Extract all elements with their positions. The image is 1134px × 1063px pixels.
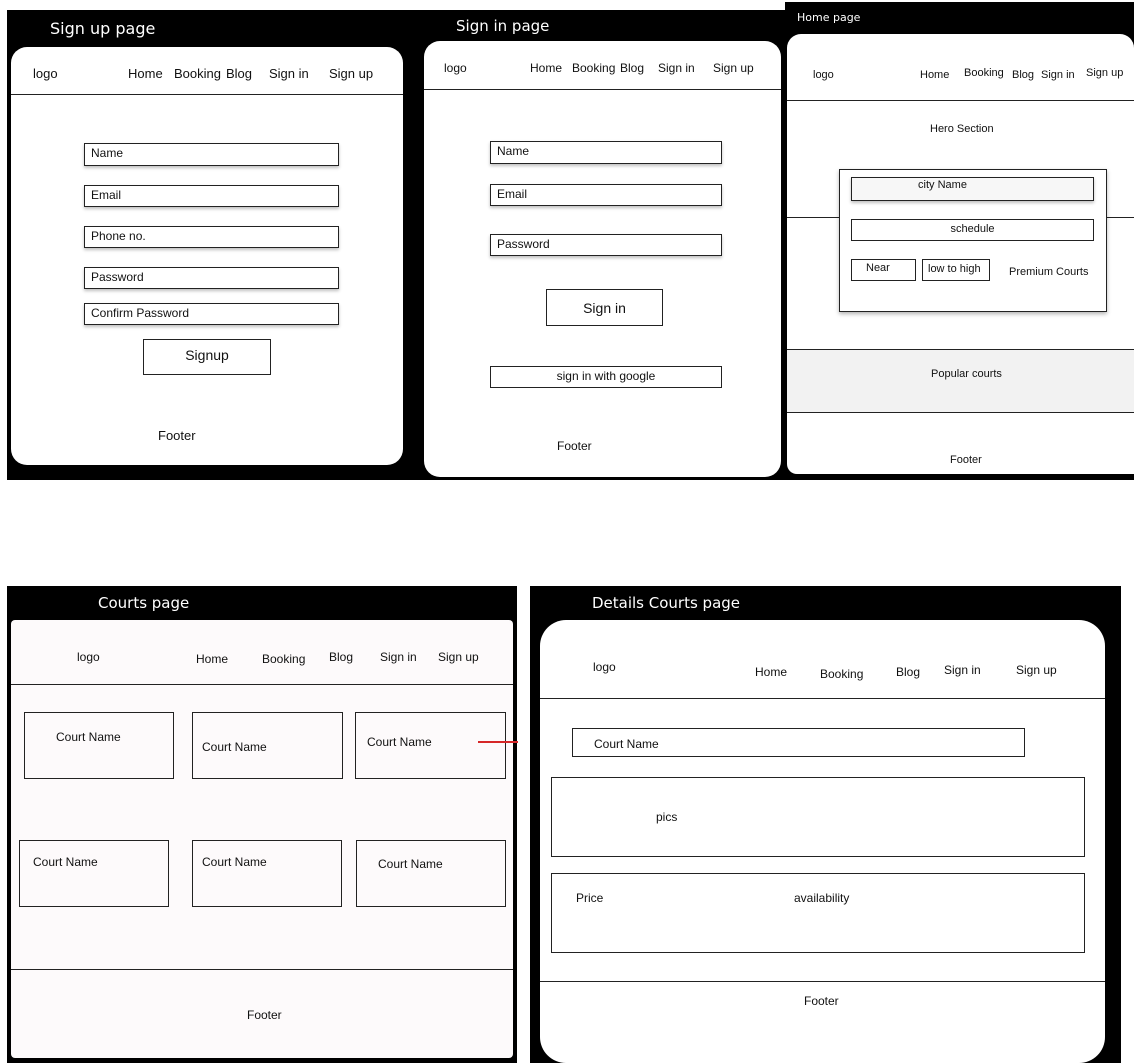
- court-card[interactable]: Court Name: [355, 712, 506, 779]
- logo[interactable]: logo: [444, 61, 467, 75]
- price-label: Price: [576, 891, 604, 905]
- arrow-connector: [478, 741, 518, 743]
- court-card[interactable]: Court Name: [24, 712, 174, 779]
- nav-divider: [424, 89, 781, 90]
- password-field[interactable]: Password: [490, 234, 722, 256]
- nav-signup[interactable]: Sign up: [1086, 67, 1123, 79]
- email-field[interactable]: Email: [84, 185, 339, 207]
- home-panel: Home page logo Home Booking Blog Sign in…: [785, 2, 1134, 480]
- details-page-title: Details Courts page: [592, 594, 741, 612]
- nav-divider: [11, 94, 403, 95]
- court-card[interactable]: Court Name: [192, 840, 342, 907]
- nav-signin[interactable]: Sign in: [380, 650, 417, 664]
- hero-section-label: Hero Section: [930, 123, 994, 135]
- google-signin-button[interactable]: sign in with google: [490, 366, 722, 388]
- footer: Footer: [158, 428, 196, 443]
- password-field[interactable]: Password: [84, 267, 339, 289]
- nav-signup[interactable]: Sign up: [713, 61, 754, 75]
- nav-booking[interactable]: Booking: [174, 66, 221, 81]
- courts-page-title: Courts page: [98, 594, 190, 612]
- nav-blog[interactable]: Blog: [620, 61, 644, 75]
- court-name: Court Name: [202, 740, 267, 754]
- footer-divider: [540, 981, 1105, 982]
- footer: Footer: [804, 994, 839, 1008]
- signin-frame: logo Home Booking Blog Sign in Sign up N…: [424, 41, 781, 477]
- confirm-password-field[interactable]: Confirm Password: [84, 303, 339, 325]
- court-card[interactable]: Court Name: [192, 712, 343, 779]
- court-name: Court Name: [56, 730, 121, 744]
- home-frame: logo Home Booking Blog Sign in Sign up H…: [787, 34, 1134, 474]
- courts-panel: Courts page logo Home Booking Blog Sign …: [7, 586, 517, 1063]
- popular-courts-section: Popular courts: [787, 349, 1134, 413]
- court-name: Court Name: [594, 737, 659, 751]
- nav-divider: [11, 684, 513, 685]
- logo[interactable]: logo: [593, 660, 616, 674]
- footer: Footer: [557, 439, 592, 453]
- court-card[interactable]: Court Name: [19, 840, 169, 907]
- nav-blog[interactable]: Blog: [226, 66, 252, 81]
- premium-courts-label[interactable]: Premium Courts: [1009, 266, 1088, 278]
- sort-filter[interactable]: low to high: [922, 259, 990, 281]
- nav-signin[interactable]: Sign in: [944, 663, 981, 677]
- nav-signin[interactable]: Sign in: [1041, 69, 1075, 81]
- nav-booking[interactable]: Booking: [262, 652, 305, 666]
- nav-signup[interactable]: Sign up: [1016, 663, 1057, 677]
- logo[interactable]: logo: [33, 66, 58, 81]
- nav-blog[interactable]: Blog: [1012, 69, 1034, 81]
- email-field[interactable]: Email: [490, 184, 722, 206]
- footer: Footer: [247, 1008, 282, 1022]
- courts-frame: logo Home Booking Blog Sign in Sign up C…: [11, 620, 513, 1058]
- footer: Footer: [950, 454, 982, 466]
- nav-divider: [787, 100, 1134, 101]
- home-page-title: Home page: [797, 11, 861, 24]
- popular-courts-label: Popular courts: [931, 368, 1002, 380]
- pics-label: pics: [656, 810, 678, 824]
- court-name: Court Name: [202, 855, 267, 869]
- signup-page-title: Sign up page: [50, 19, 156, 38]
- nav-booking[interactable]: Booking: [964, 67, 1004, 79]
- nav-home[interactable]: Home: [530, 61, 562, 75]
- signin-page-title: Sign in page: [456, 17, 550, 35]
- nav-blog[interactable]: Blog: [329, 650, 353, 664]
- schedule-input[interactable]: schedule: [851, 219, 1094, 241]
- court-name-box: Court Name: [572, 728, 1025, 757]
- name-field[interactable]: Name: [490, 141, 722, 164]
- nav-signup[interactable]: Sign up: [329, 66, 373, 81]
- court-name: Court Name: [367, 735, 432, 749]
- court-card[interactable]: Court Name: [356, 840, 506, 907]
- court-name: Court Name: [378, 857, 443, 871]
- pics-box: pics: [551, 777, 1085, 857]
- court-name: Court Name: [33, 855, 98, 869]
- nav-home[interactable]: Home: [128, 66, 163, 81]
- near-filter[interactable]: Near: [851, 259, 916, 281]
- signin-panel: Sign in page logo Home Booking Blog Sign…: [412, 10, 785, 480]
- nav-blog[interactable]: Blog: [896, 665, 920, 679]
- nav-booking[interactable]: Booking: [572, 61, 615, 75]
- city-name-input[interactable]: city Name: [851, 177, 1094, 201]
- availability-label: availability: [794, 891, 850, 905]
- nav-home[interactable]: Home: [755, 665, 787, 679]
- name-field[interactable]: Name: [84, 143, 339, 166]
- signup-panel: Sign up page logo Home Booking Blog Sign…: [7, 10, 412, 480]
- nav-signin[interactable]: Sign in: [269, 66, 309, 81]
- details-panel: Details Courts page logo Home Booking Bl…: [530, 586, 1121, 1063]
- nav-home[interactable]: Home: [920, 69, 949, 81]
- signup-button[interactable]: Signup: [143, 339, 271, 375]
- nav-booking[interactable]: Booking: [820, 667, 863, 681]
- details-frame: logo Home Booking Blog Sign in Sign up C…: [540, 620, 1105, 1063]
- signin-button[interactable]: Sign in: [546, 289, 663, 326]
- signup-frame: logo Home Booking Blog Sign in Sign up N…: [11, 47, 403, 465]
- footer-divider: [11, 969, 513, 970]
- nav-home[interactable]: Home: [196, 652, 228, 666]
- logo[interactable]: logo: [77, 650, 100, 664]
- nav-signup[interactable]: Sign up: [438, 650, 479, 664]
- price-availability-box: Price availability: [551, 873, 1085, 953]
- nav-signin[interactable]: Sign in: [658, 61, 695, 75]
- phone-field[interactable]: Phone no.: [84, 226, 339, 248]
- nav-divider: [540, 698, 1105, 699]
- search-card: city Name schedule Near low to high Prem…: [839, 169, 1107, 312]
- logo[interactable]: logo: [813, 69, 834, 81]
